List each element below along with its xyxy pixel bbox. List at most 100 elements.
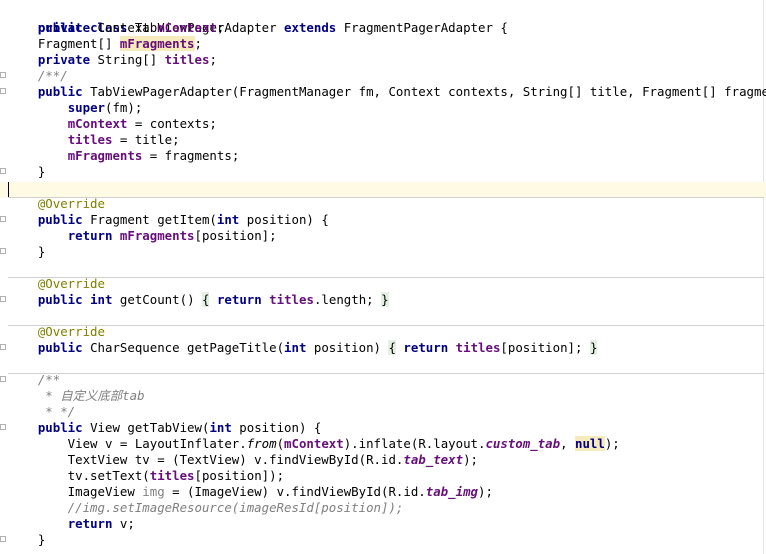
code-text: TextView tv = (TextView) v.findViewById(… bbox=[8, 452, 404, 467]
code-text: ImageView bbox=[8, 484, 143, 499]
code-text: ); bbox=[477, 484, 493, 499]
code-line[interactable]: return mFragments[position]; bbox=[0, 228, 766, 244]
code-text: [position]; bbox=[500, 340, 590, 355]
code-line[interactable]: titles = title; bbox=[0, 132, 766, 148]
code-line[interactable]: tv.setText(titles[position]); bbox=[0, 468, 766, 484]
doc-comment: /** bbox=[8, 372, 61, 387]
code-editor[interactable]: public class TabViewPagerAdapter extends… bbox=[0, 0, 766, 554]
keyword: public bbox=[37, 84, 83, 99]
code-text: Context bbox=[90, 20, 158, 35]
keyword: int bbox=[284, 340, 307, 355]
keyword: return bbox=[216, 292, 262, 307]
code-line[interactable]: } bbox=[0, 244, 766, 260]
code-text: getCount() bbox=[112, 292, 202, 307]
code-line[interactable]: @Override bbox=[0, 196, 766, 212]
keyword: return bbox=[67, 516, 113, 531]
code-text: } bbox=[8, 244, 46, 259]
code-text: ; bbox=[194, 36, 202, 51]
keyword: private bbox=[37, 52, 91, 67]
code-line[interactable]: //img.setImageResource(imageResId[positi… bbox=[0, 500, 766, 516]
doc-comment: * 自定义底部tab bbox=[8, 388, 145, 403]
code-text: [position]; bbox=[194, 228, 277, 243]
code-text: ); bbox=[463, 452, 478, 467]
keyword: return bbox=[67, 228, 113, 243]
code-text: } bbox=[8, 532, 46, 547]
code-line[interactable]: @Override bbox=[0, 324, 766, 340]
code-text: ; bbox=[209, 52, 217, 67]
line-comment: //img.setImageResource(imageResId[positi… bbox=[8, 500, 404, 515]
code-line[interactable]: } bbox=[0, 164, 766, 180]
code-line[interactable]: public Fragment getItem(int position) { bbox=[0, 212, 766, 228]
code-line[interactable]: private String[] titles; bbox=[0, 52, 766, 68]
code-line[interactable]: /**/ bbox=[0, 68, 766, 84]
field-name: mContext bbox=[157, 20, 217, 35]
code-line[interactable]: public int getCount() { return titles.le… bbox=[0, 292, 766, 308]
code-line[interactable]: * 自定义底部tab bbox=[0, 388, 766, 404]
code-text: (fm); bbox=[105, 100, 143, 115]
annotation: @Override bbox=[8, 196, 105, 211]
folded-brace[interactable]: } bbox=[381, 292, 389, 307]
code-line[interactable]: } bbox=[0, 532, 766, 548]
code-line[interactable]: /** bbox=[0, 372, 766, 388]
code-text: ).inflate(R.layout. bbox=[343, 436, 486, 451]
folded-brace[interactable]: } bbox=[589, 340, 598, 355]
code-text: Fragment getItem( bbox=[82, 212, 217, 227]
code-text: = (ImageView) v.findViewById(R.id. bbox=[164, 484, 426, 499]
field-name: mFragments bbox=[119, 228, 195, 243]
code-text: v; bbox=[112, 516, 135, 531]
code-line[interactable]: TextView tv = (TextView) v.findViewById(… bbox=[0, 452, 766, 468]
code-text: ( bbox=[276, 436, 285, 451]
code-text: View getTabView( bbox=[82, 420, 210, 435]
code-text: ; bbox=[216, 20, 225, 35]
code-text: ); bbox=[604, 436, 620, 451]
code-line[interactable]: public CharSequence getPageTitle(int pos… bbox=[0, 340, 766, 356]
field-name: titles bbox=[455, 340, 501, 355]
keyword: public bbox=[37, 292, 83, 307]
code-text: Fragment[] bbox=[8, 36, 120, 51]
keyword: return bbox=[403, 340, 449, 355]
code-line[interactable]: public TabViewPagerAdapter(FragmentManag… bbox=[0, 84, 766, 100]
code-text: = title; bbox=[112, 132, 180, 147]
resource-field: custom_tab bbox=[485, 436, 561, 451]
code-text: } bbox=[8, 164, 46, 179]
code-text: = fragments; bbox=[142, 148, 240, 163]
annotation: @Override bbox=[8, 324, 105, 339]
code-line[interactable]: * */ bbox=[0, 404, 766, 420]
code-line[interactable]: ImageView img = (ImageView) v.findViewBy… bbox=[0, 484, 766, 500]
code-line[interactable]: View v = LayoutInflater.from(mContext).i… bbox=[0, 436, 766, 452]
code-line[interactable]: @Override bbox=[0, 276, 766, 292]
code-line[interactable]: public View getTabView(int position) { bbox=[0, 420, 766, 436]
code-line[interactable]: mContext = contexts; bbox=[0, 116, 766, 132]
code-text: .length; bbox=[313, 292, 382, 307]
code-text: String[] bbox=[90, 52, 165, 67]
code-line[interactable]: return v; bbox=[0, 516, 766, 532]
code-line[interactable]: super(fm); bbox=[0, 100, 766, 116]
field-name: titles bbox=[149, 468, 195, 483]
folded-brace[interactable]: { bbox=[388, 340, 396, 355]
doc-comment: /**/ bbox=[8, 68, 68, 83]
code-line[interactable]: private Context mContext; bbox=[0, 20, 766, 36]
keyword: null bbox=[575, 436, 605, 451]
code-text: tv.setText( bbox=[8, 468, 150, 483]
code-line[interactable]: Fragment[] mFragments; bbox=[0, 36, 766, 52]
code-line[interactable]: mFragments = fragments; bbox=[0, 148, 766, 164]
code-text: CharSequence getPageTitle( bbox=[82, 340, 285, 355]
code-line[interactable]: public class TabViewPagerAdapter extends… bbox=[0, 4, 766, 35]
field-name: mContext bbox=[284, 436, 344, 451]
keyword: int bbox=[216, 212, 240, 227]
keyword: super bbox=[67, 100, 105, 115]
code-text: View v = LayoutInflater. bbox=[8, 436, 247, 451]
code-text: position) { bbox=[239, 212, 329, 227]
